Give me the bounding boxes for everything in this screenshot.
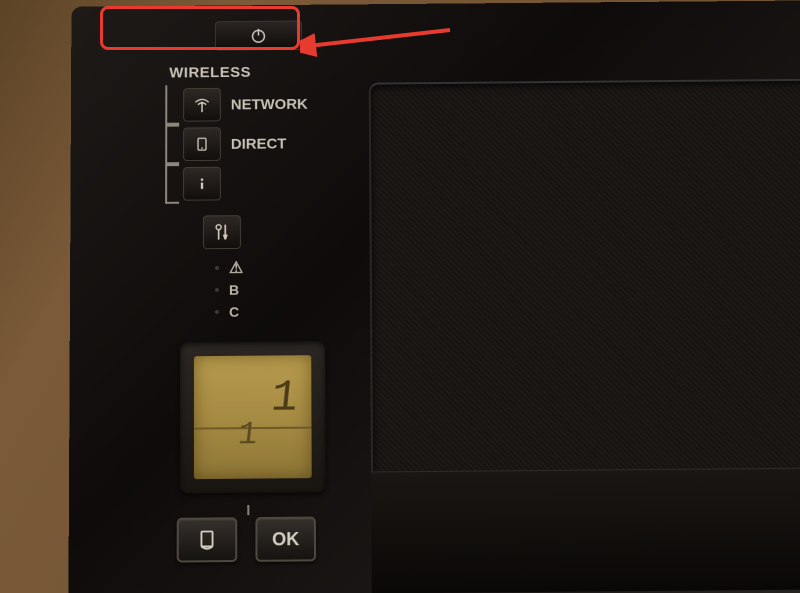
power-icon — [250, 27, 268, 45]
device-icon — [194, 136, 210, 152]
printer-body: WIRELESS NETWORK DIRECT — [68, 1, 800, 593]
ok-button[interactable]: OK — [255, 517, 316, 562]
button-divider-tick — [247, 505, 249, 515]
printer-front-edge — [371, 467, 800, 593]
direct-label: DIRECT — [231, 135, 287, 152]
wireless-bracket — [165, 85, 179, 124]
info-icon — [195, 175, 209, 193]
ink-b-label: B — [229, 282, 239, 298]
tools-icon — [212, 222, 232, 242]
network-button[interactable] — [183, 88, 221, 122]
lcd-sub-digit: 1 — [236, 416, 259, 454]
warning-triangle-icon: ⚠ — [229, 258, 243, 278]
wifi-antenna-icon — [192, 95, 212, 115]
paper-button[interactable] — [177, 517, 238, 562]
scanner-lid[interactable] — [369, 78, 800, 481]
lcd-main-digit: 1 — [268, 373, 300, 424]
direct-button[interactable] — [183, 127, 221, 161]
wireless-section-header: WIRELESS — [169, 63, 354, 81]
settings-button[interactable] — [203, 215, 241, 249]
info-button[interactable] — [183, 167, 221, 201]
lcd-frame: 1 1 — [180, 341, 326, 493]
wireless-bracket — [165, 164, 179, 204]
ok-label: OK — [272, 528, 299, 550]
power-button[interactable] — [215, 20, 302, 50]
ink-b-indicator: B — [215, 278, 355, 301]
ink-c-indicator: C — [215, 300, 355, 323]
alarm-indicator: ⚠ — [215, 256, 355, 279]
lcd-display: 1 1 — [194, 355, 312, 479]
control-panel: WIRELESS NETWORK DIRECT — [165, 14, 357, 593]
status-indicators: ⚠ B C — [215, 256, 355, 323]
wireless-bracket — [165, 125, 179, 165]
ink-c-label: C — [229, 304, 239, 320]
paper-icon — [196, 528, 218, 553]
network-label: NETWORK — [231, 95, 308, 112]
